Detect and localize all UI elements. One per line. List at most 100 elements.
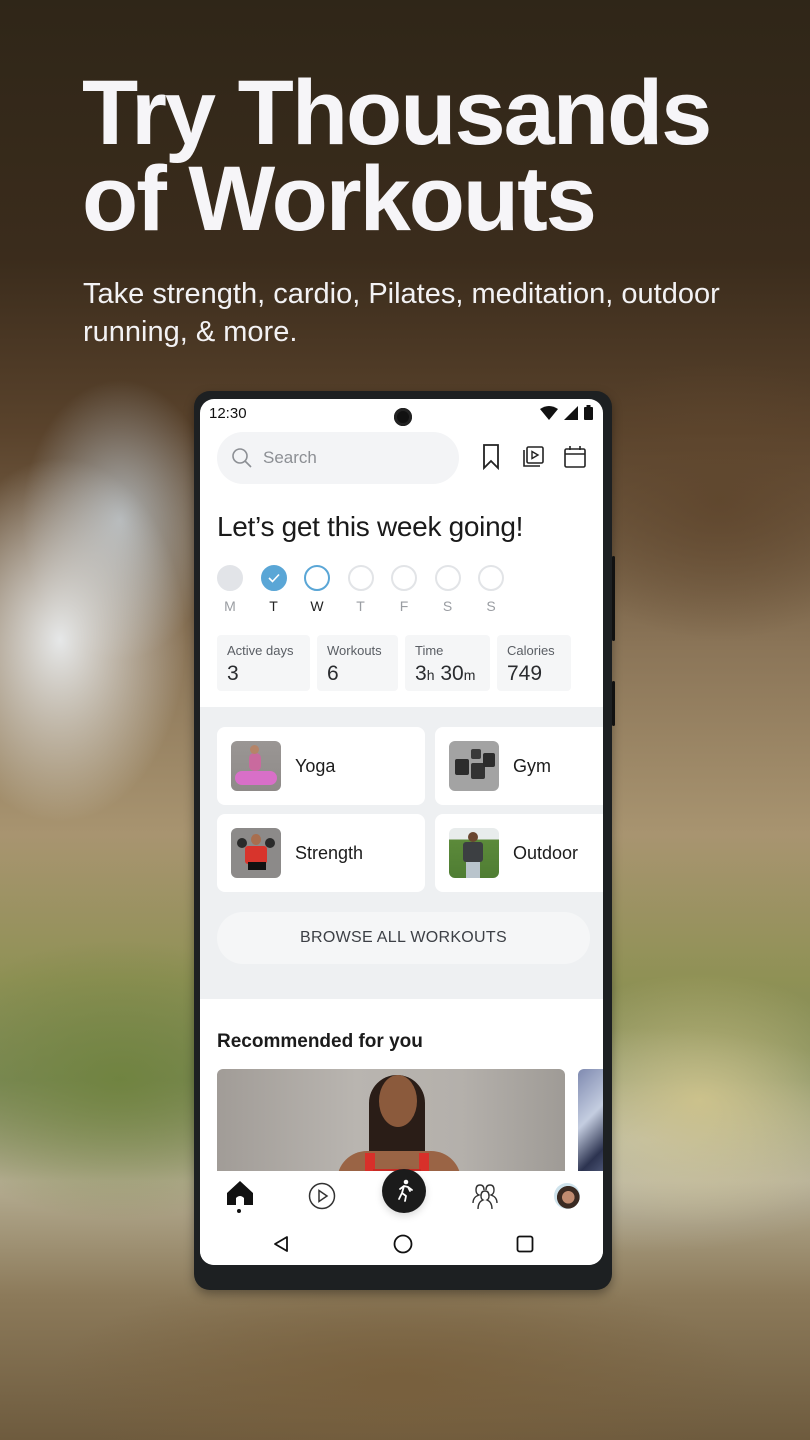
- categories-section: Yoga Gym Strength Outdoor BROWSE ALL WOR…: [200, 707, 603, 999]
- battery-icon: [584, 405, 593, 420]
- phone-screen: 12:30 Let’s get this week going! M T: [200, 399, 603, 1265]
- day-status-dot: [217, 565, 243, 591]
- day-label: S: [442, 598, 453, 614]
- home-circle-icon: [393, 1234, 413, 1254]
- stat-label: Time: [415, 643, 444, 658]
- stat-value: 3h 30m: [415, 662, 480, 686]
- status-bar: 12:30: [200, 399, 603, 426]
- bottom-navigation: [200, 1169, 603, 1221]
- stat-value: 749: [507, 662, 543, 685]
- nav-videos[interactable]: [305, 1179, 339, 1213]
- calendar-icon: [564, 446, 586, 468]
- search-icon: [232, 448, 252, 468]
- day-label: M: [224, 598, 236, 614]
- day-status-dot: [260, 565, 287, 591]
- category-gym[interactable]: Gym: [435, 727, 603, 805]
- status-time: 12:30: [209, 405, 247, 422]
- category-outdoor[interactable]: Outdoor: [435, 814, 603, 892]
- headline-line-2: of Workouts: [82, 148, 597, 250]
- day-saturday[interactable]: S: [434, 565, 461, 614]
- play-icon: [308, 1182, 336, 1210]
- stat-value: 3: [227, 662, 239, 685]
- day-status-dot: [434, 565, 461, 591]
- home-icon: [227, 1181, 253, 1213]
- community-icon: [472, 1184, 498, 1210]
- recommended-card-next[interactable]: [578, 1069, 603, 1179]
- category-strength[interactable]: Strength: [217, 814, 425, 892]
- bookmark-icon: [483, 444, 499, 470]
- search-input[interactable]: [263, 448, 443, 468]
- stat-active-days: Active days 3: [217, 635, 310, 691]
- stat-hours-unit: h: [426, 667, 435, 683]
- day-status-dot: [347, 565, 374, 591]
- day-status-dot: [478, 565, 504, 591]
- nav-home[interactable]: [223, 1179, 257, 1213]
- promo-subhead: Take strength, cardio, Pilates, meditati…: [83, 278, 720, 348]
- stat-workouts: Workouts 6: [317, 635, 398, 691]
- nav-start-workout[interactable]: [382, 1169, 426, 1213]
- promo-headline: Try Thousands of Workouts: [82, 62, 712, 250]
- category-label: Outdoor: [513, 842, 579, 863]
- bookmark-button[interactable]: [478, 443, 504, 471]
- back-icon: [274, 1236, 288, 1252]
- nav-community[interactable]: [468, 1179, 502, 1213]
- category-label: Strength: [295, 842, 364, 863]
- day-friday[interactable]: F: [391, 565, 417, 614]
- category-label: Yoga: [295, 755, 336, 776]
- system-back-button[interactable]: [270, 1233, 292, 1255]
- power-button: [612, 556, 615, 641]
- stat-minutes: 30: [440, 662, 464, 685]
- playlist-icon: [523, 446, 544, 467]
- day-label: T: [269, 598, 278, 614]
- gym-thumbnail: [449, 741, 499, 791]
- day-tuesday[interactable]: T: [260, 565, 287, 614]
- recommended-title: Recommended for you: [217, 1031, 423, 1052]
- stat-calories: Calories 749: [497, 635, 571, 691]
- calendar-button[interactable]: [562, 443, 588, 471]
- category-yoga[interactable]: Yoga: [217, 727, 425, 805]
- day-thursday[interactable]: T: [347, 565, 374, 614]
- stat-minutes-unit: m: [463, 667, 476, 683]
- playlist-button[interactable]: [520, 443, 546, 471]
- search-bar[interactable]: [217, 432, 459, 484]
- system-recents-button[interactable]: [514, 1233, 536, 1255]
- stat-label: Active days: [227, 643, 294, 658]
- day-label: S: [486, 598, 496, 614]
- recommended-card[interactable]: [217, 1069, 565, 1179]
- week-tracker: M T W T F S S: [217, 565, 504, 614]
- nav-profile[interactable]: [550, 1179, 584, 1213]
- recommended-card-image: [217, 1069, 565, 1179]
- day-label: T: [356, 598, 365, 614]
- yoga-thumbnail: [231, 741, 281, 791]
- day-label: F: [399, 598, 409, 614]
- front-camera: [394, 408, 412, 426]
- day-label: W: [310, 598, 324, 614]
- system-home-button[interactable]: [392, 1233, 414, 1255]
- signal-icon: [564, 405, 578, 420]
- run-icon: [398, 1179, 413, 1202]
- day-monday[interactable]: M: [217, 565, 243, 614]
- profile-avatar: [554, 1183, 580, 1209]
- stat-label: Calories: [507, 643, 555, 658]
- stat-value: 6: [327, 662, 339, 685]
- strength-thumbnail: [231, 828, 281, 878]
- headline-line-1: Try Thousands: [82, 62, 712, 164]
- stat-label: Workouts: [327, 643, 382, 658]
- outdoor-thumbnail: [449, 828, 499, 878]
- day-status-dot: [304, 565, 330, 591]
- day-status-dot: [391, 565, 417, 591]
- system-navigation: [200, 1223, 603, 1265]
- recents-icon: [516, 1235, 534, 1253]
- week-greeting: Let’s get this week going!: [217, 511, 524, 542]
- volume-button: [612, 681, 615, 726]
- day-wednesday[interactable]: W: [304, 565, 330, 614]
- weekly-stats: Active days 3 Workouts 6 Time 3h 30m Cal…: [217, 635, 571, 691]
- browse-all-workouts-button[interactable]: BROWSE ALL WORKOUTS: [217, 912, 590, 964]
- wifi-icon: [540, 405, 558, 420]
- category-label: Gym: [513, 755, 551, 776]
- check-icon: [267, 573, 280, 583]
- stat-time: Time 3h 30m: [405, 635, 490, 691]
- phone-frame: 12:30 Let’s get this week going! M T: [194, 391, 615, 1290]
- day-sunday[interactable]: S: [478, 565, 504, 614]
- stat-hours: 3: [415, 662, 427, 685]
